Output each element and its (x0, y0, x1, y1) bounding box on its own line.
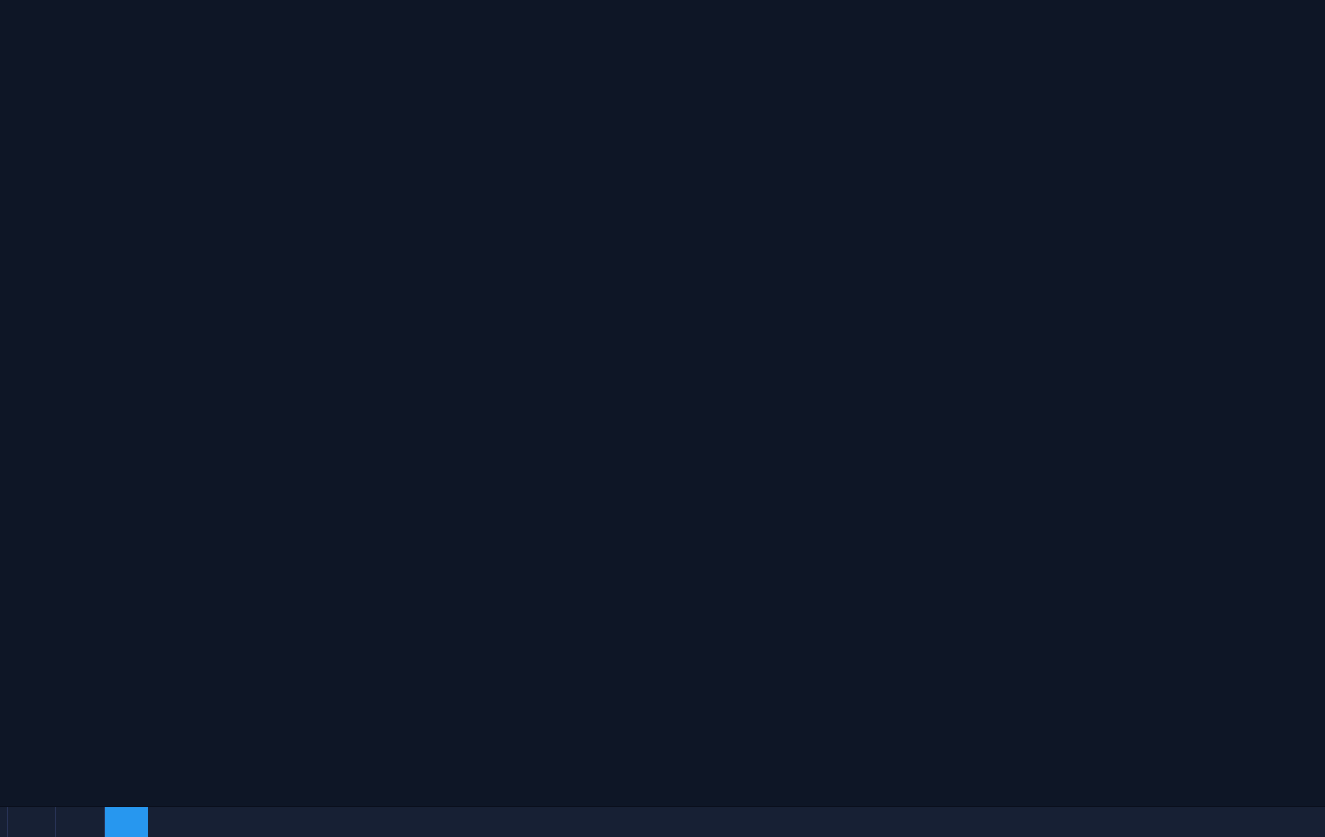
prev-page-button[interactable] (7, 807, 56, 837)
sidebar-collapse-handle[interactable] (0, 415, 12, 441)
page-button-1[interactable] (105, 807, 148, 837)
pagination-bar (0, 806, 1325, 837)
next-page-button[interactable] (56, 807, 105, 837)
